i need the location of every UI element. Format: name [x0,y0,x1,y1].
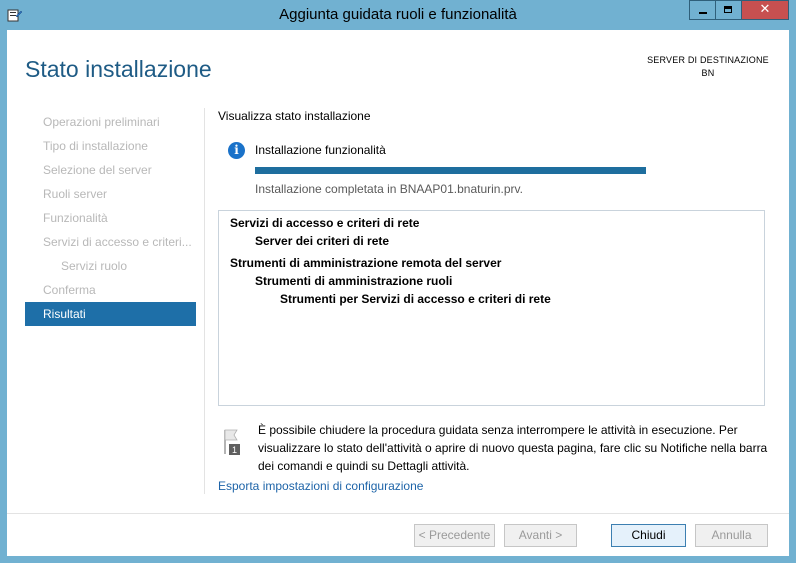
section-label: Visualizza stato installazione [218,109,371,123]
installation-progress-bar [255,167,646,174]
nav-item-risultati[interactable]: Risultati [25,302,196,326]
result-item: Strumenti di amministrazione remota del … [230,256,502,270]
title-bar[interactable]: Aggiunta guidata ruoli e funzionalità ✕ [0,0,796,30]
note-line: È possibile chiudere la procedura guidat… [258,423,738,437]
destination-server: SERVER DI DESTINAZIONE BN [643,54,773,80]
page-title: Stato installazione [25,56,212,82]
nav-item-funzionalita: Funzionalità [43,211,108,225]
wizard-content: Stato installazione SERVER DI DESTINAZIO… [7,30,789,556]
status-title: Installazione funzionalità [255,143,386,157]
nav-item-ruoli-server: Ruoli server [43,187,108,201]
export-settings-link[interactable]: Esporta impostazioni di configurazione [218,479,423,493]
cancel-button[interactable]: Annulla [695,524,768,547]
info-icon: i [228,142,245,159]
result-item: Strumenti di amministrazione ruoli [255,274,453,288]
maximize-button[interactable] [716,0,742,20]
wizard-window: Aggiunta guidata ruoli e funzionalità ✕ … [0,0,796,563]
notification-badge: 1 [232,445,237,455]
close-window-button[interactable]: ✕ [742,0,789,20]
notification-flag-icon: 1 [224,429,240,455]
nav-item-tipo-installazione: Tipo di installazione [43,139,148,153]
nav-item-servizi-ruolo: Servizi ruolo [61,259,128,273]
note-line: dei comandi e quindi su Dettagli attivit… [258,459,470,473]
status-detail: Installazione completata in BNAAP01.bnat… [255,182,523,196]
nav-item-servizi-accesso: Servizi di accesso e criteri... [43,235,192,249]
info-note: È possibile chiudere la procedura guidat… [258,421,768,475]
nav-item-operazioni-preliminari: Operazioni preliminari [43,115,160,129]
maximize-icon [724,6,732,13]
minimize-button[interactable] [689,0,716,20]
destination-value: BN [701,68,715,78]
destination-label: SERVER DI DESTINAZIONE [647,55,769,65]
note-line: visualizzare lo stato dell'attività o ap… [258,441,768,455]
vertical-divider [204,108,205,494]
minimize-icon [699,12,707,14]
close-icon: ✕ [759,2,771,17]
progress-fill [255,167,646,174]
next-button[interactable]: Avanti > [504,524,577,547]
result-item: Server dei criteri di rete [255,234,390,248]
result-item: Strumenti per Servizi di accesso e crite… [280,292,551,306]
nav-item-conferma: Conferma [43,283,96,297]
close-button[interactable]: Chiudi [611,524,686,547]
wizard-steps-nav: Operazioni preliminari Tipo di installaz… [25,110,196,326]
previous-button[interactable]: < Precedente [414,524,495,547]
results-list[interactable]: Servizi di accesso e criteri di rete Ser… [218,210,765,406]
nav-item-selezione-server: Selezione del server [43,163,152,177]
footer-divider [7,513,789,514]
result-item: Servizi di accesso e criteri di rete [230,216,420,230]
window-title: Aggiunta guidata ruoli e funzionalità [279,6,517,23]
